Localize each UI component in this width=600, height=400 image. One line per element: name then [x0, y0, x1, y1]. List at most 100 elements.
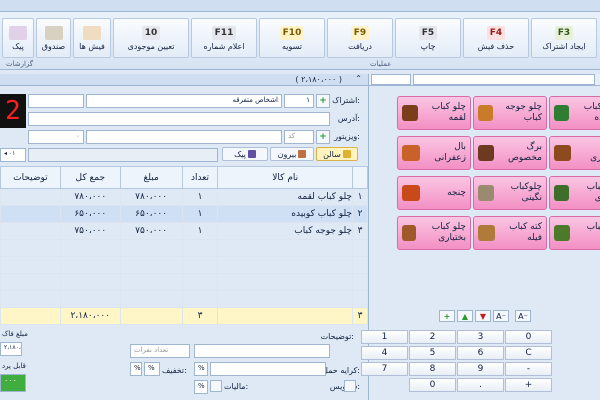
keypad-3[interactable]: 3	[457, 330, 504, 344]
keypad-6[interactable]: 6	[457, 346, 504, 360]
row-total: ۶۵۰،۰۰۰	[59, 205, 121, 223]
keypad-7[interactable]: 7	[361, 362, 408, 376]
discount-percent-field[interactable]: %	[194, 362, 208, 376]
subscription-label: اشتراک:	[332, 96, 360, 105]
order-info-field[interactable]	[28, 148, 218, 162]
small-combo[interactable]: ◂ ۰۱	[0, 148, 26, 162]
keypad-0[interactable]: 0	[505, 330, 552, 344]
cash-box-icon	[44, 25, 63, 40]
keypad-zero[interactable]: 0	[409, 378, 456, 392]
tax-checkbox[interactable]	[210, 380, 222, 392]
add-visitor-icon[interactable]: +	[316, 130, 330, 144]
food-icon	[478, 225, 495, 241]
menu-item-chelo-kabab-koobideh[interactable]: چلو کباب کوبیده	[549, 96, 600, 130]
create-subscription-button[interactable]: F3 ایجاد اشتراک	[531, 18, 597, 58]
menu-search-field[interactable]	[413, 74, 595, 85]
menu-item-bal-zaferani[interactable]: بال زعفرانی	[397, 136, 471, 170]
keypad-2[interactable]: 2	[409, 330, 456, 344]
font-decrease-button[interactable]: A⁻	[515, 310, 531, 322]
keypad-clear[interactable]: C	[505, 346, 552, 360]
receive-button[interactable]: F9 دریافت	[327, 18, 393, 58]
stock-icon: 10	[142, 25, 160, 40]
keypad-8[interactable]: 8	[409, 362, 456, 376]
visitor-name-field[interactable]	[86, 130, 282, 144]
discount-amount-field[interactable]: %	[130, 362, 142, 376]
menu-item-chelo-kabab-negini[interactable]: چلوکباب نگینی	[473, 176, 547, 210]
set-stock-button[interactable]: 10 تعیین موجودی	[113, 18, 189, 58]
payable-amount-field: ۰۰۰	[0, 374, 26, 392]
food-icon	[554, 105, 569, 121]
menu-item-chelo-kabab-vaziri[interactable]: چلوکباب وزیری	[549, 176, 600, 210]
keypad-1[interactable]: 1	[361, 330, 408, 344]
receipts-button[interactable]: فیش ها	[73, 18, 111, 58]
row-price: ۷۵۰،۰۰۰	[119, 222, 183, 240]
add-quantity-button[interactable]: +	[439, 310, 455, 322]
menu-item-chenjeh[interactable]: چنجه	[397, 176, 471, 210]
print-button[interactable]: F5 چاپ	[395, 18, 461, 58]
row-item-name: چلو جوجه کباب	[217, 222, 353, 240]
keypad-4[interactable]: 4	[361, 346, 408, 360]
keypad-plus[interactable]: +	[505, 378, 552, 392]
printer-icon: F5	[419, 25, 437, 40]
notes-field[interactable]	[194, 344, 330, 358]
font-increase-button[interactable]: A⁻	[493, 310, 509, 322]
delete-receipt-button[interactable]: F4 حذف فیش	[463, 18, 529, 58]
settle-button[interactable]: F10 تسویه	[259, 18, 325, 58]
blank-field[interactable]	[28, 94, 84, 108]
row-item-name: چلو کباب کوبیده	[217, 205, 353, 223]
menu-item-chelo-kabab-bakhtiari[interactable]: چلو کباب بختیاری	[397, 216, 471, 250]
order-type-delivery-button[interactable]: پیک	[222, 147, 268, 161]
table-row[interactable]: ۷۸۰،۰۰۰ ۷۸۰،۰۰۰ ۱ چلو کباب لقمه ۱	[0, 188, 368, 206]
food-icon	[402, 105, 418, 121]
food-icon	[554, 145, 572, 161]
row-item-name: چلو کباب لقمه	[217, 188, 353, 206]
column-item-name: نام کالا	[217, 166, 353, 189]
discount-label: تخفیف:	[162, 366, 187, 375]
keypad-dot[interactable]: .	[457, 378, 504, 392]
visitor-zero-field[interactable]: ۰	[28, 130, 84, 144]
service-checkbox[interactable]	[344, 380, 356, 392]
arrow-up-icon: ▲	[461, 311, 469, 321]
people-count-field[interactable]: تعداد نفرات	[130, 344, 190, 358]
menu-item-barg-makhsoos[interactable]: برگ مخصوص	[473, 136, 547, 170]
tax-percent-field[interactable]: %	[194, 380, 208, 394]
keypad-5[interactable]: 5	[409, 346, 456, 360]
font-decrease-icon: A⁻	[518, 311, 528, 321]
keypad-minus[interactable]: -	[505, 362, 552, 376]
order-type-hall-button[interactable]: سالن	[316, 147, 358, 161]
menu-item-chelo-joojeh-kabab[interactable]: چلو جوجه کباب	[473, 96, 547, 130]
discount-type-field[interactable]: %	[144, 362, 160, 376]
subscription-name-field[interactable]: اشخاص متفرقه	[86, 94, 282, 108]
delete-receipt-icon: F4	[487, 25, 505, 40]
add-user-icon: F3	[555, 25, 573, 40]
cash-box-button[interactable]: صندوق	[36, 18, 71, 58]
order-type-takeout-button[interactable]: بیرون	[270, 147, 314, 161]
row-total: ۷۸۰،۰۰۰	[59, 188, 121, 206]
food-icon	[402, 185, 420, 201]
keypad-9[interactable]: 9	[457, 362, 504, 376]
table-row[interactable]: ۶۵۰،۰۰۰ ۶۵۰،۰۰۰ ۱ چلو کباب کوبیده ۲	[0, 205, 368, 223]
menu-item-kabab-bakhtiari[interactable]: کباب بختیاری	[549, 136, 600, 170]
visitor-code-field[interactable]: کد	[284, 130, 314, 144]
column-index	[352, 166, 368, 189]
subscription-number-field[interactable]: ۱	[284, 94, 314, 108]
menu-item-chelo-kabab-loghmeh[interactable]: چلو کباب لقمه	[397, 96, 471, 130]
delivery-button[interactable]: پیک	[2, 18, 34, 58]
move-up-button[interactable]: ▲	[457, 310, 473, 322]
move-down-button[interactable]: ▼	[475, 310, 491, 322]
table-row[interactable]: ۷۵۰،۰۰۰ ۷۵۰،۰۰۰ ۱ چلو جوجه کباب ۳	[0, 222, 368, 240]
tax-label: مالیات:	[224, 382, 249, 391]
order-total-header: ( ۲،۱۸۰،۰۰۰ )	[295, 75, 342, 84]
announce-number-button[interactable]: F11 اعلام شماره	[191, 18, 257, 58]
address-field[interactable]	[28, 112, 330, 126]
menu-filter-field[interactable]	[371, 74, 411, 85]
notes-label: توضیحات:	[320, 332, 354, 341]
menu-item-kateh-kabab-fileh[interactable]: کته کباب فیله	[473, 216, 547, 250]
collapse-icon[interactable]: ⌃	[355, 74, 362, 83]
add-subscription-icon[interactable]: +	[316, 94, 330, 108]
order-number-display: 2	[0, 94, 26, 128]
column-price: مبلغ	[119, 166, 183, 189]
rent-field[interactable]	[210, 362, 326, 376]
menu-item-chelo-kabab-torsh[interactable]: چلوکباب ترش	[549, 216, 600, 250]
food-icon	[478, 105, 494, 121]
